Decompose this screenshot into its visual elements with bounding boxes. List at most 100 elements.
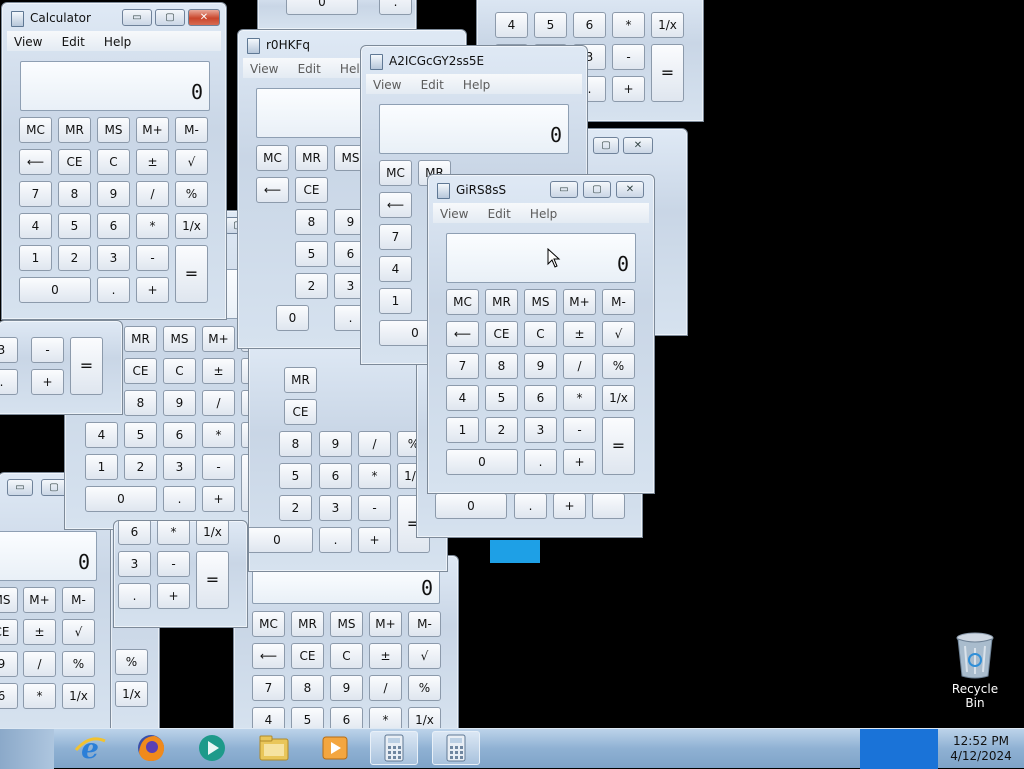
calc-key-backspace[interactable]: ⟵ <box>446 321 479 347</box>
calc-key-backspace[interactable]: ⟵ <box>19 149 52 175</box>
calc-key-divide[interactable]: / <box>202 390 235 416</box>
calc-key-mminus[interactable]: M- <box>62 587 95 613</box>
calc-key-mr[interactable]: MR <box>124 326 157 352</box>
taskbar-firefox[interactable] <box>127 731 175 765</box>
calc-key-mr[interactable]: MR <box>291 611 324 637</box>
calc-key-7[interactable]: 7 <box>252 675 285 701</box>
calc-key-multiply[interactable]: * <box>157 521 190 545</box>
calc-key-ms[interactable]: MS <box>330 611 363 637</box>
calc-key-3[interactable]: 3 <box>97 245 130 271</box>
calc-key-c[interactable]: C <box>163 358 196 384</box>
calculator-window-girs8ss[interactable]: GiRS8sS ▭ ▢ ✕ View Edit Help 0 MC MR MS … <box>427 174 655 494</box>
calc-key-sqrt[interactable]: √ <box>175 149 208 175</box>
menu-view[interactable]: View <box>243 59 285 76</box>
calc-key-6[interactable]: 6 <box>573 12 606 38</box>
calc-key-6[interactable]: 6 <box>0 683 18 709</box>
calculator-window[interactable]: 3 - = . + <box>0 320 123 415</box>
title-bar[interactable]: A2ICGcGY2ss5E <box>361 46 587 74</box>
calc-key-6[interactable]: 6 <box>319 463 352 489</box>
taskbar-media-app[interactable] <box>188 731 236 765</box>
taskbar-internet-explorer[interactable]: e <box>66 731 114 765</box>
calc-key-3[interactable]: 3 <box>319 495 352 521</box>
calc-key-add[interactable]: + <box>202 486 235 512</box>
taskbar-file-explorer[interactable] <box>250 731 298 765</box>
calc-key-dot[interactable]: . <box>514 493 547 519</box>
calc-key-dot[interactable]: . <box>97 277 130 303</box>
calc-key-1[interactable]: 1 <box>85 454 118 480</box>
calc-key-divide[interactable]: / <box>23 651 56 677</box>
calc-key-subtract[interactable]: - <box>136 245 169 271</box>
calc-key-add[interactable]: + <box>136 277 169 303</box>
calc-key-multiply[interactable]: * <box>202 422 235 448</box>
calculator-window[interactable]: 0 MC MR MS M+ M- ⟵ CE C ± √ 7 8 9 / % 4 … <box>233 555 459 731</box>
calc-key-add[interactable]: + <box>31 369 64 395</box>
calc-key-6[interactable]: 6 <box>524 385 557 411</box>
taskbar-clock[interactable]: 12:52 PM 4/12/2024 <box>938 729 1024 769</box>
calc-key-9[interactable]: 9 <box>163 390 196 416</box>
calc-key-dot[interactable]: . <box>524 449 557 475</box>
calc-key-multiply[interactable]: * <box>612 12 645 38</box>
calc-key-0[interactable]: 0 <box>286 0 358 15</box>
calc-key-plusminus[interactable]: ± <box>563 321 596 347</box>
calc-key-9[interactable]: 9 <box>524 353 557 379</box>
calc-key-9[interactable]: 9 <box>330 675 363 701</box>
calc-key-mr[interactable]: MR <box>284 367 317 393</box>
calc-key-reciprocal[interactable]: 1/x <box>651 12 684 38</box>
calc-key-9[interactable]: 9 <box>0 651 18 677</box>
menu-edit[interactable]: Edit <box>481 204 518 221</box>
calc-key-7[interactable]: 7 <box>19 181 52 207</box>
calc-key-5[interactable]: 5 <box>534 12 567 38</box>
calc-key-equals[interactable]: = <box>196 551 229 609</box>
maximize-button[interactable]: ▢ <box>583 181 611 198</box>
calc-key-0[interactable]: 0 <box>276 305 309 331</box>
menu-view[interactable]: View <box>433 204 475 221</box>
calc-key-0[interactable]: 0 <box>19 277 91 303</box>
minimize-button[interactable]: ▭ <box>550 181 578 198</box>
calc-key-plusminus[interactable]: ± <box>23 619 56 645</box>
calc-key-8[interactable]: 8 <box>124 390 157 416</box>
calc-key-mc[interactable]: MC <box>446 289 479 315</box>
notification-area[interactable] <box>860 729 938 769</box>
calc-key-ms[interactable]: MS <box>97 117 130 143</box>
calc-key-0[interactable]: 0 <box>446 449 518 475</box>
calc-key-plusminus[interactable]: ± <box>369 643 402 669</box>
calc-key-2[interactable]: 2 <box>485 417 518 443</box>
calc-key-subtract[interactable]: - <box>31 337 64 363</box>
calc-key-ce[interactable]: CE <box>58 149 91 175</box>
calc-key-ce[interactable]: CE <box>291 643 324 669</box>
calc-key-add[interactable]: + <box>553 493 586 519</box>
calc-key-1[interactable]: 1 <box>19 245 52 271</box>
calc-key-mminus[interactable]: M- <box>602 289 635 315</box>
calc-key-backspace[interactable]: ⟵ <box>256 177 289 203</box>
calc-key-plusminus[interactable]: ± <box>202 358 235 384</box>
calc-key-mc[interactable]: MC <box>379 160 412 186</box>
calc-key-1[interactable]: 1 <box>446 417 479 443</box>
calc-key-reciprocal[interactable]: 1/x <box>62 683 95 709</box>
calc-key-percent[interactable]: % <box>115 649 148 675</box>
calc-key-multiply[interactable]: * <box>563 385 596 411</box>
calc-key-mr[interactable]: MR <box>295 145 328 171</box>
calc-key-8[interactable]: 8 <box>485 353 518 379</box>
calc-key-equals[interactable]: = <box>651 44 684 102</box>
calc-key-8[interactable]: 8 <box>279 431 312 457</box>
calc-key-2[interactable]: 2 <box>279 495 312 521</box>
calc-key-4[interactable]: 4 <box>379 256 412 282</box>
calc-key-c[interactable]: C <box>97 149 130 175</box>
calc-key-dot[interactable]: . <box>0 369 18 395</box>
calc-key-9[interactable]: 9 <box>319 431 352 457</box>
calc-key-multiply[interactable]: * <box>136 213 169 239</box>
title-bar[interactable]: GiRS8sS ▭ ▢ ✕ <box>428 175 654 203</box>
calc-key-mr[interactable]: MR <box>58 117 91 143</box>
taskbar-media-player[interactable] <box>311 731 359 765</box>
menu-help[interactable]: Help <box>97 32 138 49</box>
calc-key-multiply[interactable]: * <box>358 463 391 489</box>
calc-key-percent[interactable]: % <box>408 675 441 701</box>
calc-key-multiply[interactable]: * <box>23 683 56 709</box>
calc-key-mr[interactable]: MR <box>485 289 518 315</box>
maximize-button[interactable]: ▢ <box>155 9 185 26</box>
calc-key-blank[interactable] <box>592 493 625 519</box>
calc-key-4[interactable]: 4 <box>495 12 528 38</box>
calc-key-reciprocal[interactable]: 1/x <box>115 681 148 707</box>
calc-key-ms[interactable]: MS <box>0 587 18 613</box>
calc-key-percent[interactable]: % <box>175 181 208 207</box>
